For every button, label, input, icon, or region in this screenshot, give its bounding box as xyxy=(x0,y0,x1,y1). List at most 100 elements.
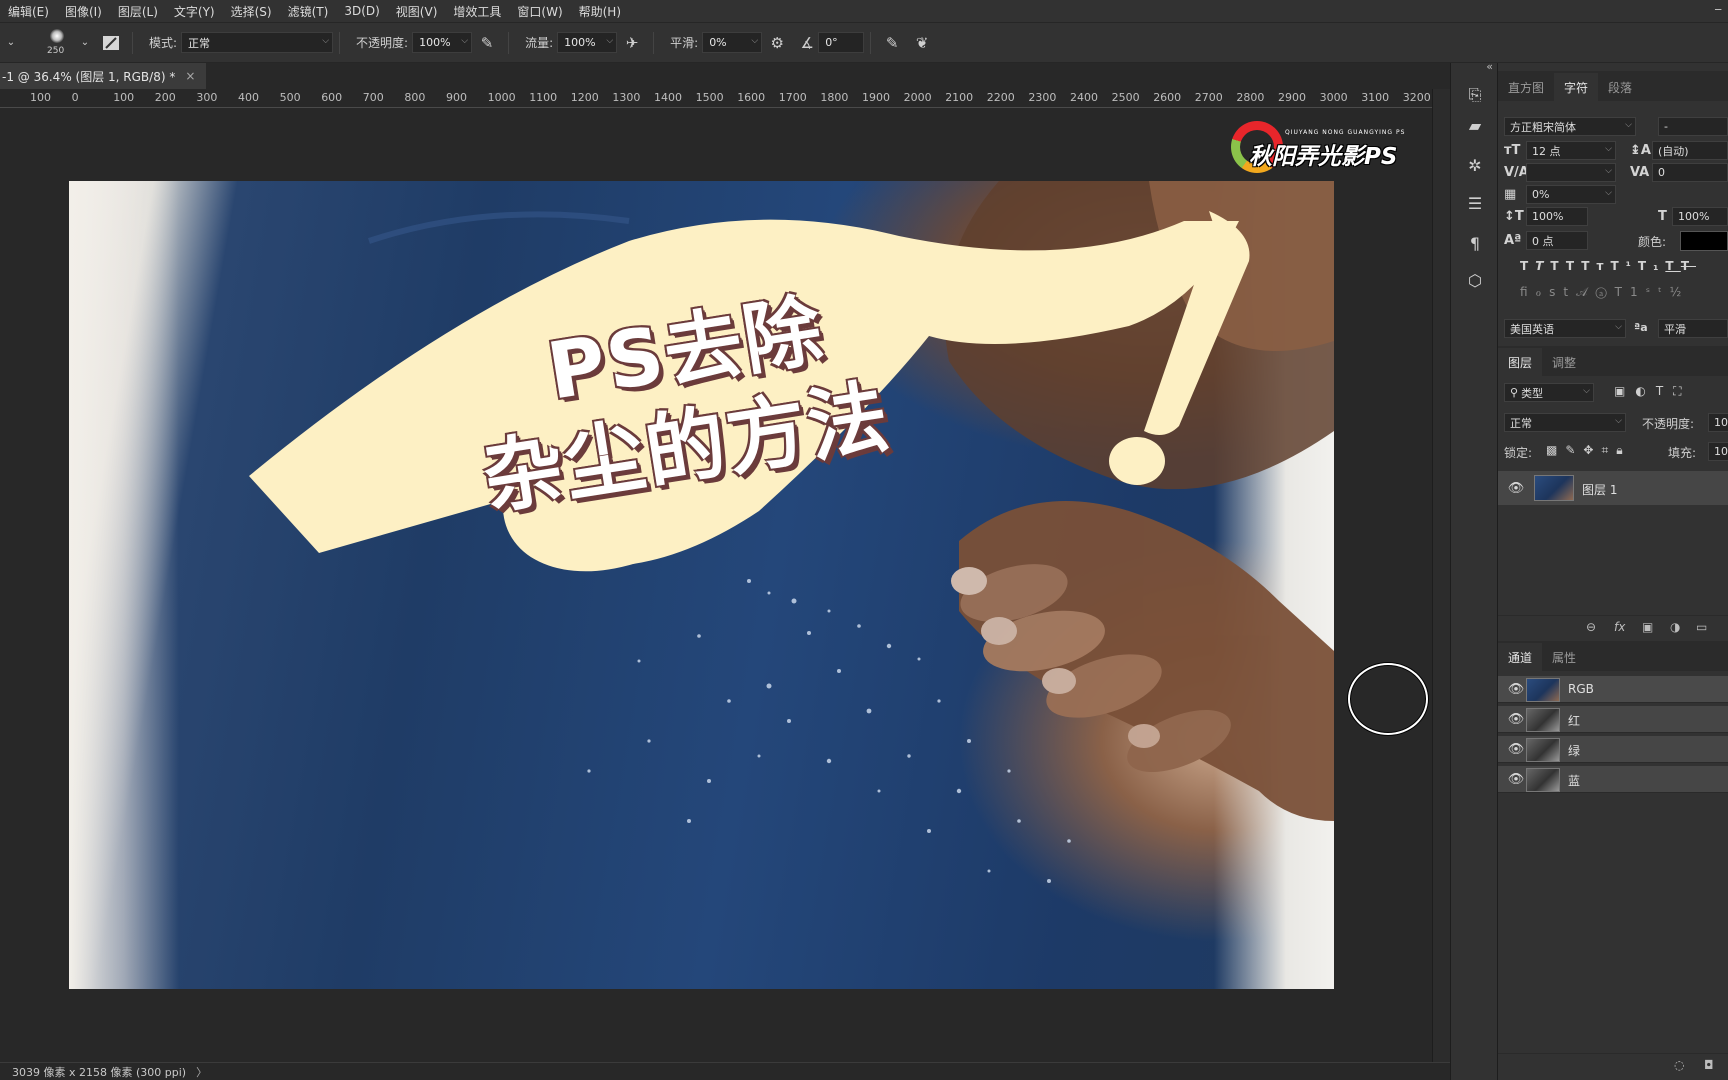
lock-transparent-icon[interactable]: ▩ xyxy=(1546,443,1565,457)
3d-cube-icon[interactable]: ⬡ xyxy=(1463,268,1487,292)
menu-window[interactable]: 窗口(W) xyxy=(509,3,570,20)
swash-icon[interactable]: 𝒜 xyxy=(1576,285,1595,299)
smoothing-field[interactable]: 0% ⌵ xyxy=(702,32,763,53)
add-mask-icon[interactable]: ▣ xyxy=(1642,620,1653,634)
language-select[interactable]: 美国英语 ⌵ xyxy=(1504,319,1626,338)
chevron-down-icon[interactable]: ⌄ xyxy=(0,32,22,54)
antialias-select[interactable]: 平滑 xyxy=(1658,319,1728,338)
menu-filter[interactable]: 滤镜(T) xyxy=(280,3,337,20)
vertical-scrollbar[interactable] xyxy=(1432,89,1450,1062)
menu-3d[interactable]: 3D(D) xyxy=(336,4,387,18)
ordinal-icon[interactable]: 1ˢᵗ xyxy=(1630,285,1670,299)
properties-icon[interactable]: ☰ xyxy=(1463,191,1487,215)
contextual-alt-icon[interactable]: ℴ xyxy=(1536,285,1550,299)
close-icon[interactable]: × xyxy=(185,69,195,83)
eye-icon[interactable]: 👁︎ xyxy=(1507,742,1525,757)
filter-type-icon[interactable]: T xyxy=(1656,384,1673,398)
eye-icon[interactable]: 👁︎ xyxy=(1507,481,1525,496)
menu-edit[interactable]: 编辑(E) xyxy=(0,3,57,20)
lock-all-icon[interactable]: 🔒︎ xyxy=(1616,443,1630,457)
underline-icon[interactable]: T xyxy=(1665,259,1680,273)
tab-channels[interactable]: 通道 xyxy=(1498,643,1543,671)
horizontal-scale-field[interactable]: 100% xyxy=(1672,207,1728,226)
paragraph-style-icon[interactable]: ¶ xyxy=(1463,231,1487,255)
menu-plugins[interactable]: 增效工具 xyxy=(445,3,509,20)
layer-filter-select[interactable]: ⚲ 类型 ⌵ xyxy=(1504,383,1594,402)
collapse-panels-icon[interactable]: « xyxy=(1486,60,1493,73)
tab-layers[interactable]: 图层 xyxy=(1498,348,1543,376)
status-menu-arrow-icon[interactable]: 〉 xyxy=(196,1064,207,1080)
small-caps-icon[interactable]: Tт xyxy=(1581,259,1610,273)
titling-alt-icon[interactable]: T xyxy=(1615,285,1630,299)
tab-adjustments[interactable]: 调整 xyxy=(1542,348,1586,376)
opacity-field[interactable]: 100% ⌵ xyxy=(412,32,473,53)
eye-icon[interactable]: 👁︎ xyxy=(1507,712,1525,727)
history-icon[interactable]: ⎘ xyxy=(1463,83,1487,107)
font-style-select[interactable]: - xyxy=(1658,117,1728,136)
leading-field[interactable]: (自动) xyxy=(1652,141,1728,160)
channel-row-red[interactable]: 👁︎ 红 xyxy=(1498,706,1728,733)
tracking-field[interactable]: 0 xyxy=(1652,163,1728,182)
text-color-swatch[interactable] xyxy=(1680,231,1728,251)
minimize-icon[interactable]: ‒ xyxy=(1714,2,1722,16)
navigator-icon[interactable]: ✲ xyxy=(1463,153,1487,177)
menu-select[interactable]: 选择(S) xyxy=(223,3,280,20)
tab-character[interactable]: 字符 xyxy=(1554,73,1599,101)
blend-mode-select[interactable]: 正常 ⌵ xyxy=(181,32,334,53)
filter-shape-icon[interactable]: ⛶ xyxy=(1673,384,1691,398)
font-family-select[interactable]: 方正粗宋简体 ⌵ xyxy=(1504,117,1636,136)
link-layers-icon[interactable]: ⊖ xyxy=(1586,620,1596,634)
layer-opacity-field[interactable]: 100 xyxy=(1708,413,1728,432)
tab-histogram[interactable]: 直方图 xyxy=(1498,73,1554,101)
stylistic-alt-icon[interactable]: ⓐ xyxy=(1595,285,1614,299)
pressure-size-icon[interactable]: ✎ xyxy=(881,32,903,54)
new-group-icon[interactable]: ▭ xyxy=(1696,620,1707,634)
flow-field[interactable]: 100% ⌵ xyxy=(557,32,618,53)
lock-pixels-icon[interactable]: ✎ xyxy=(1565,443,1583,457)
eye-icon[interactable]: 👁︎ xyxy=(1507,682,1525,697)
faux-bold-icon[interactable]: T xyxy=(1520,259,1535,273)
load-selection-icon[interactable]: ◌ xyxy=(1674,1058,1684,1072)
filter-pixel-icon[interactable]: ▣ xyxy=(1614,384,1635,398)
channel-row-rgb[interactable]: 👁︎ RGB xyxy=(1498,676,1728,703)
comments-icon[interactable]: ▰ xyxy=(1463,113,1487,137)
all-caps-icon[interactable]: TT xyxy=(1550,259,1581,273)
lock-artboard-icon[interactable]: ⌗ xyxy=(1601,443,1616,457)
vertical-scale-field[interactable]: 100% xyxy=(1526,207,1588,226)
chevron-down-icon[interactable]: ⌄ xyxy=(74,32,96,54)
layer-row[interactable]: 👁︎ 图层 1 xyxy=(1498,471,1728,505)
eye-icon[interactable]: 👁︎ xyxy=(1507,772,1525,787)
channel-row-green[interactable]: 👁︎ 绿 xyxy=(1498,736,1728,763)
brush-settings-icon[interactable] xyxy=(100,32,122,54)
document-tab[interactable]: -1 @ 36.4% (图层 1, RGB/8) * × xyxy=(0,63,206,89)
font-size-field[interactable]: 12 点 ⌵ xyxy=(1526,141,1616,160)
subscript-icon[interactable]: T₁ xyxy=(1638,259,1665,273)
tab-properties[interactable]: 属性 xyxy=(1542,643,1586,671)
tsume-field[interactable]: 0% ⌵ xyxy=(1526,185,1616,204)
gear-icon[interactable]: ⚙ xyxy=(766,32,788,54)
layer-fill-field[interactable]: 100 xyxy=(1708,442,1728,461)
brush-angle-field[interactable]: 0° xyxy=(818,32,865,53)
brush-preset-picker[interactable]: 250 xyxy=(40,25,74,61)
menu-type[interactable]: 文字(Y) xyxy=(166,3,223,20)
kerning-field[interactable]: ⌵ xyxy=(1526,163,1616,182)
baseline-shift-field[interactable]: 0 点 xyxy=(1526,231,1588,250)
menu-help[interactable]: 帮助(H) xyxy=(571,3,629,20)
menu-view[interactable]: 视图(V) xyxy=(388,3,446,20)
strikethrough-icon[interactable]: T xyxy=(1681,259,1696,273)
fx-icon[interactable]: fx xyxy=(1614,620,1625,634)
menu-image[interactable]: 图像(I) xyxy=(57,3,110,20)
faux-italic-icon[interactable]: T xyxy=(1535,259,1550,273)
adjustment-layer-icon[interactable]: ◑ xyxy=(1670,620,1680,634)
tab-paragraph[interactable]: 段落 xyxy=(1598,73,1642,101)
canvas-area[interactable]: PS去除 杂尘的方法 xyxy=(0,108,1432,1062)
pressure-opacity-icon[interactable]: ✎ xyxy=(476,32,498,54)
channel-row-blue[interactable]: 👁︎ 蓝 xyxy=(1498,766,1728,793)
layer-blend-mode-select[interactable]: 正常 ⌵ xyxy=(1504,413,1626,432)
lock-position-icon[interactable]: ✥ xyxy=(1583,443,1601,457)
symmetry-icon[interactable]: ❦ xyxy=(911,32,933,54)
filter-adjustment-icon[interactable]: ◐ xyxy=(1635,384,1655,398)
airbrush-icon[interactable]: ✈ xyxy=(621,32,643,54)
discretionary-ligature-icon[interactable]: st xyxy=(1549,285,1576,299)
save-selection-icon[interactable]: ◘ xyxy=(1704,1058,1714,1072)
